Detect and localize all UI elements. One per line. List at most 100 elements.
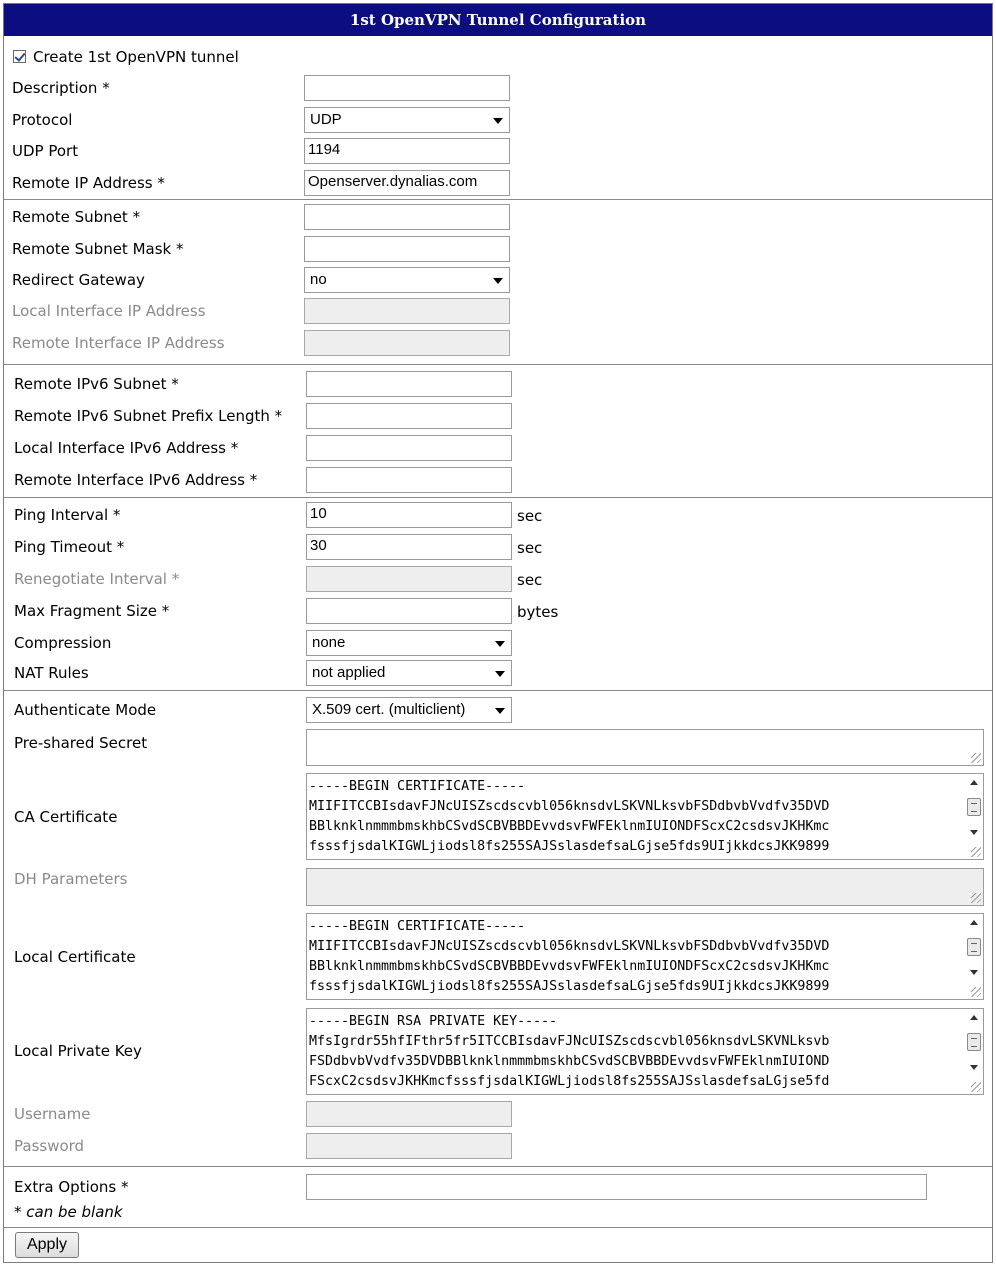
ping-timeout-input[interactable]: 30 bbox=[306, 534, 512, 560]
local-if-ipv6-input[interactable] bbox=[306, 435, 512, 461]
compression-label: Compression bbox=[14, 634, 112, 652]
remote-ipv6-prefix-input[interactable] bbox=[306, 403, 512, 429]
scroll-up-icon[interactable] bbox=[970, 1015, 978, 1020]
redirect-gateway-label: Redirect Gateway bbox=[12, 271, 145, 289]
ca-cert-textarea[interactable]: -----BEGIN CERTIFICATE----- MIIFITCCBIsda… bbox=[306, 773, 984, 860]
section-divider bbox=[4, 1166, 992, 1167]
remote-ipv6-subnet-label: Remote IPv6 Subnet * bbox=[14, 375, 179, 393]
dh-params-textarea bbox=[306, 868, 984, 906]
protocol-value: UDP bbox=[310, 111, 342, 128]
extra-options-input[interactable] bbox=[306, 1174, 927, 1200]
scroll-down-icon[interactable] bbox=[970, 970, 978, 975]
dh-params-label: DH Parameters bbox=[14, 870, 128, 888]
local-cert-label: Local Certificate bbox=[14, 948, 136, 966]
nat-rules-select[interactable]: not applied bbox=[306, 660, 512, 686]
create-tunnel-checkbox[interactable] bbox=[13, 50, 26, 63]
scroll-thumb[interactable] bbox=[967, 1033, 981, 1051]
redirect-gateway-select[interactable]: no bbox=[304, 267, 510, 293]
auth-mode-value: X.509 cert. (multiclient) bbox=[312, 701, 466, 718]
local-cert-textarea[interactable]: -----BEGIN CERTIFICATE----- MIIFITCCBIsda… bbox=[306, 913, 984, 1000]
text-line: fsssfjsdalKIGWLjiodsl8fs255SAJSslasdefsa… bbox=[309, 979, 830, 994]
protocol-select[interactable]: UDP bbox=[304, 107, 510, 133]
text-line: MfsIgrdr55hfIFthr5fr5ITCCBIsdavFJNcUISZs… bbox=[309, 1034, 830, 1049]
remote-if-ipv6-input[interactable] bbox=[306, 467, 512, 493]
resize-grip-icon[interactable] bbox=[971, 987, 981, 997]
apply-button[interactable]: Apply bbox=[15, 1232, 79, 1258]
remote-ip-input[interactable]: Openserver.dynalias.com bbox=[304, 170, 510, 196]
max-fragment-input[interactable] bbox=[306, 598, 512, 624]
remote-if-ip-input bbox=[304, 330, 510, 356]
text-line: BBlknklnmmmbmskhbCSvdSCBVBBDEvvdsvFWFEkl… bbox=[309, 819, 830, 834]
max-fragment-unit: bytes bbox=[517, 603, 559, 621]
scrollbar[interactable] bbox=[965, 914, 983, 999]
scroll-down-icon[interactable] bbox=[970, 830, 978, 835]
section-divider bbox=[4, 364, 992, 365]
remote-ipv6-subnet-input[interactable] bbox=[306, 371, 512, 397]
ca-cert-content: -----BEGIN CERTIFICATE----- MIIFITCCBIsda… bbox=[309, 777, 961, 857]
remote-subnet-mask-input[interactable] bbox=[304, 236, 510, 262]
ping-interval-input[interactable]: 10 bbox=[306, 502, 512, 528]
create-tunnel-label: Create 1st OpenVPN tunnel bbox=[33, 48, 239, 66]
scrollbar[interactable] bbox=[965, 774, 983, 859]
chevron-down-icon bbox=[495, 708, 505, 714]
remote-ip-label: Remote IP Address * bbox=[12, 174, 165, 192]
ca-cert-label: CA Certificate bbox=[14, 808, 118, 826]
nat-rules-label: NAT Rules bbox=[14, 664, 89, 682]
renegotiate-interval-unit: sec bbox=[517, 571, 543, 589]
local-if-ip-label: Local Interface IP Address bbox=[12, 302, 206, 320]
compression-value: none bbox=[312, 634, 346, 651]
ping-interval-unit: sec bbox=[517, 507, 543, 525]
local-if-ip-input bbox=[304, 298, 510, 324]
scroll-up-icon[interactable] bbox=[970, 780, 978, 785]
local-key-textarea[interactable]: -----BEGIN RSA PRIVATE KEY----- MfsIgrdr5… bbox=[306, 1008, 984, 1095]
scroll-thumb[interactable] bbox=[967, 798, 981, 816]
ping-timeout-unit: sec bbox=[517, 539, 543, 557]
text-line: fsssfjsdalKIGWLjiodsl8fs255SAJSslasdefsa… bbox=[309, 839, 830, 854]
resize-grip-icon[interactable] bbox=[971, 1082, 981, 1092]
extra-options-label: Extra Options * bbox=[14, 1178, 129, 1196]
renegotiate-interval-input bbox=[306, 566, 512, 592]
remote-subnet-input[interactable] bbox=[304, 204, 510, 230]
text-line: -----BEGIN CERTIFICATE----- bbox=[309, 919, 526, 934]
text-line: FSDdbvbVvdfv35DVDBBlknklnmmmbmskhbCSvdSC… bbox=[309, 1054, 830, 1069]
local-cert-content: -----BEGIN CERTIFICATE----- MIIFITCCBIsda… bbox=[309, 917, 961, 997]
blank-footnote: * can be blank bbox=[14, 1203, 123, 1221]
username-label: Username bbox=[14, 1105, 91, 1123]
scroll-down-icon[interactable] bbox=[970, 1065, 978, 1070]
password-input bbox=[306, 1133, 512, 1159]
scrollbar[interactable] bbox=[965, 1009, 983, 1094]
text-line: MIIFITCCBIsdavFJNcUISZscdscvbl056knsdvLS… bbox=[309, 799, 830, 814]
description-input[interactable] bbox=[304, 75, 510, 101]
compression-select[interactable]: none bbox=[306, 630, 512, 656]
nat-rules-value: not applied bbox=[312, 664, 386, 681]
auth-mode-select[interactable]: X.509 cert. (multiclient) bbox=[306, 697, 512, 723]
scroll-thumb[interactable] bbox=[967, 938, 981, 956]
max-fragment-label: Max Fragment Size * bbox=[14, 602, 170, 620]
resize-grip-icon[interactable] bbox=[971, 847, 981, 857]
psk-textarea[interactable] bbox=[306, 729, 984, 766]
description-label: Description * bbox=[12, 79, 110, 97]
remote-subnet-label: Remote Subnet * bbox=[12, 208, 141, 226]
remote-ipv6-prefix-label: Remote IPv6 Subnet Prefix Length * bbox=[14, 407, 283, 425]
text-line: -----BEGIN CERTIFICATE----- bbox=[309, 779, 526, 794]
resize-grip-icon[interactable] bbox=[971, 753, 981, 763]
section-divider bbox=[4, 497, 992, 498]
page-title: 1st OpenVPN Tunnel Configuration bbox=[4, 4, 992, 36]
section-divider bbox=[4, 1227, 992, 1228]
text-line: MIIFITCCBIsdavFJNcUISZscdscvbl056knsdvLS… bbox=[309, 939, 830, 954]
local-key-content: -----BEGIN RSA PRIVATE KEY----- MfsIgrdr5… bbox=[309, 1012, 961, 1092]
text-line: FScxC2csdsvJKHKmcfsssfjsdalKIGWLjiodsl8f… bbox=[309, 1074, 830, 1089]
resize-grip-icon bbox=[971, 893, 981, 903]
password-label: Password bbox=[14, 1137, 85, 1155]
local-key-label: Local Private Key bbox=[14, 1042, 142, 1060]
section-divider bbox=[4, 690, 992, 691]
chevron-down-icon bbox=[493, 118, 503, 124]
remote-if-ipv6-label: Remote Interface IPv6 Address * bbox=[14, 471, 258, 489]
scroll-up-icon[interactable] bbox=[970, 920, 978, 925]
ping-timeout-label: Ping Timeout * bbox=[14, 538, 125, 556]
text-line: BBlknklnmmmbmskhbCSvdSCBVBBDEvvdsvFWFEkl… bbox=[309, 959, 830, 974]
udp-port-input[interactable]: 1194 bbox=[304, 138, 510, 164]
protocol-label: Protocol bbox=[12, 111, 73, 129]
chevron-down-icon bbox=[495, 671, 505, 677]
remote-subnet-mask-label: Remote Subnet Mask * bbox=[12, 240, 184, 258]
